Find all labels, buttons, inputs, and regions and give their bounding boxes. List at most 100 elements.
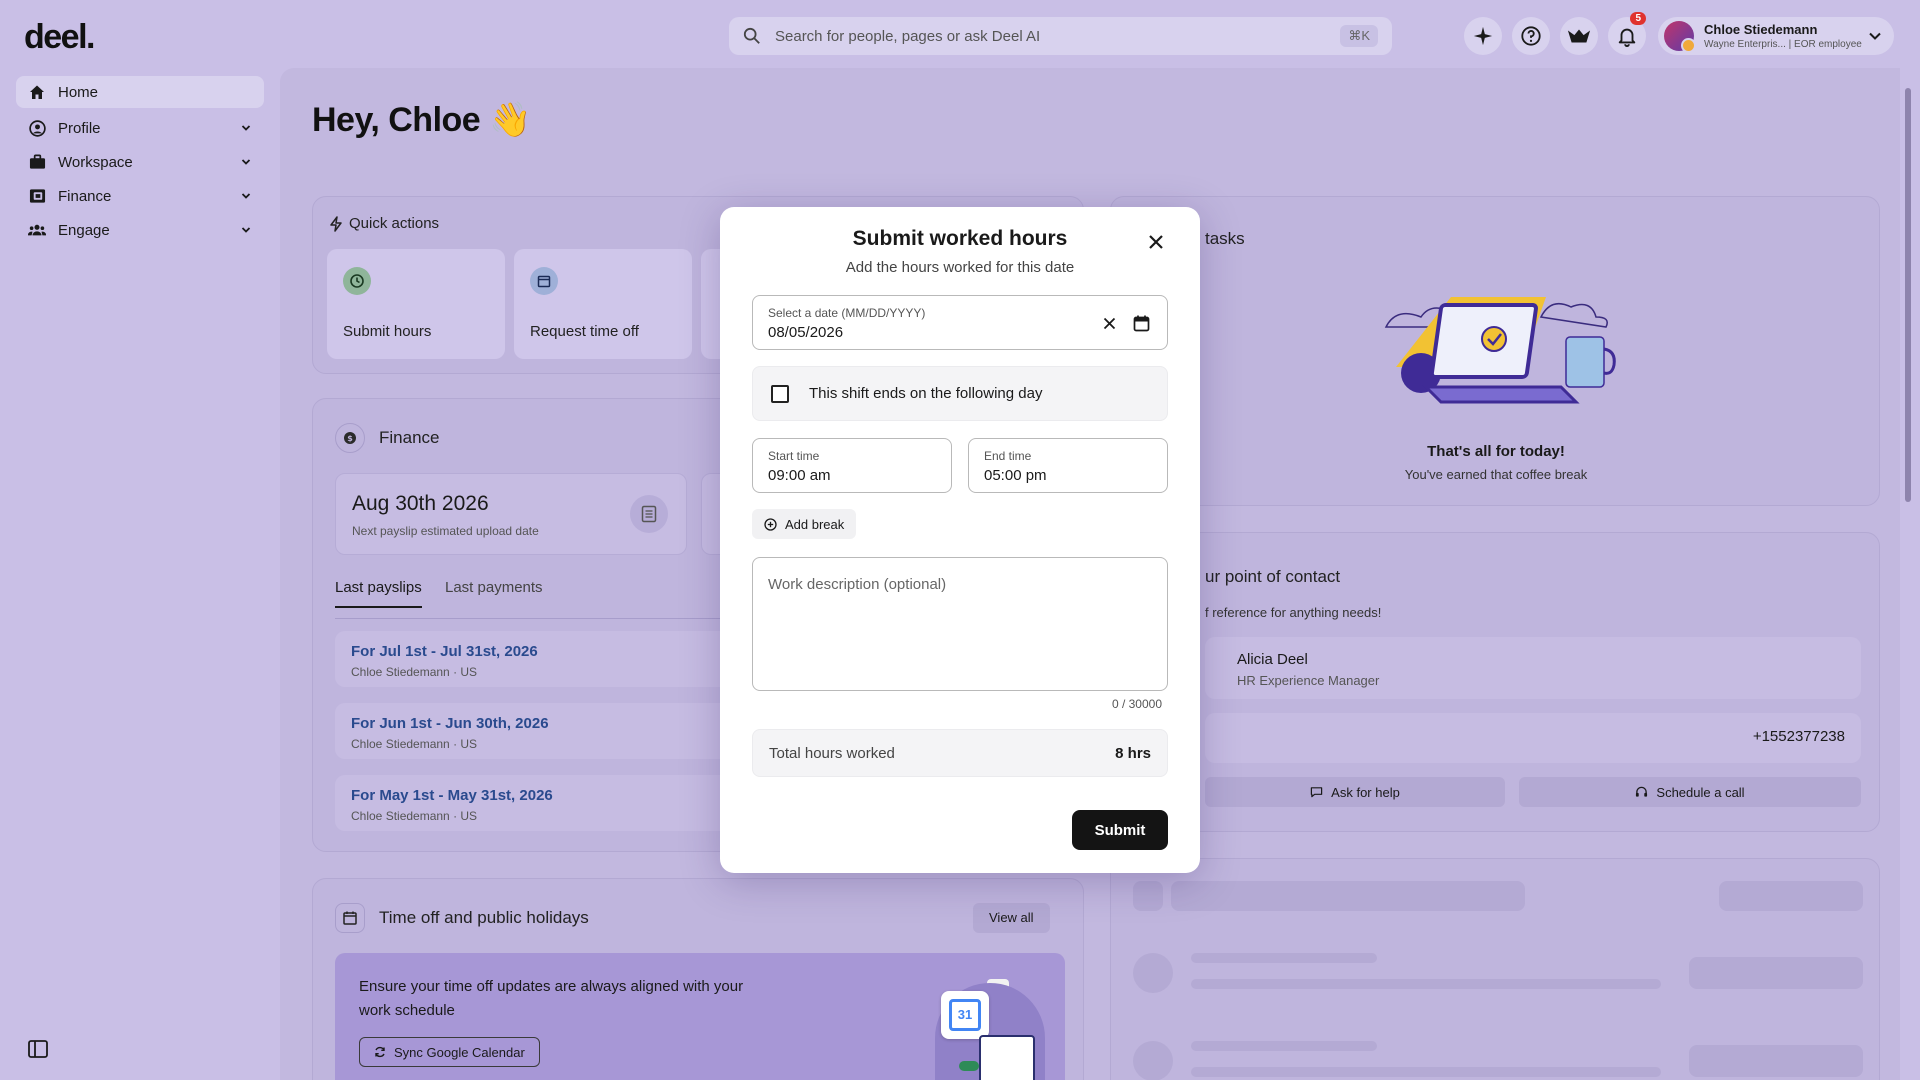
contact-name: Alicia Deel [1237, 651, 1308, 668]
tasks-empty-title: That's all for today! [1427, 443, 1565, 460]
global-search[interactable]: Search for people, pages or ask Deel AI … [729, 17, 1392, 55]
following-day-checkbox[interactable] [771, 384, 789, 403]
schedule-call-button[interactable]: Schedule a call [1519, 777, 1861, 807]
quick-action-request-time-off[interactable]: Request time off [514, 249, 692, 359]
following-day-checkbox-row[interactable]: This shift ends on the following day [752, 366, 1168, 421]
sidebar-item-finance[interactable]: Finance [16, 180, 264, 212]
chat-icon [1310, 787, 1323, 798]
close-icon [1149, 235, 1163, 249]
user-menu[interactable]: Chloe Stiedemann Wayne Enterpris... | EO… [1658, 17, 1894, 55]
contact-phone[interactable]: +1552377238 [1753, 728, 1845, 745]
payslip-title[interactable]: For May 1st - May 31st, 2026 [351, 787, 553, 804]
bell-icon [1618, 28, 1636, 47]
calendar-icon [1133, 315, 1149, 331]
next-payslip-caption: Next payslip estimated upload date [352, 524, 539, 538]
chevron-down-icon [1869, 32, 1881, 40]
notification-badge: 5 [1630, 12, 1646, 25]
lightning-icon [330, 215, 342, 232]
schedule-call-label: Schedule a call [1656, 784, 1745, 800]
next-payslip-date: Aug 30th 2026 [352, 492, 489, 515]
clear-date-button[interactable] [1099, 313, 1119, 333]
profile-icon [28, 119, 46, 137]
payslip-title[interactable]: For Jul 1st - Jul 31st, 2026 [351, 643, 538, 660]
point-of-contact-card: ur point of contact f reference for anyt… [1110, 532, 1880, 832]
top-icon-group: 5 [1464, 12, 1646, 55]
chevron-down-icon [241, 159, 251, 165]
calendar-icon [530, 267, 558, 295]
chevron-down-icon [241, 227, 251, 233]
skeleton-line [1191, 1041, 1377, 1051]
home-icon [28, 83, 46, 101]
sidebar-item-label: Finance [58, 187, 112, 205]
sidebar-item-profile[interactable]: Profile [16, 112, 264, 144]
help-icon [1521, 26, 1541, 46]
loading-skeleton-card [1110, 858, 1880, 1080]
close-icon [1103, 317, 1115, 329]
ai-sparkle-button[interactable] [1464, 17, 1502, 55]
sidebar-item-home[interactable]: Home [16, 76, 264, 108]
skeleton-line [1191, 979, 1661, 989]
view-all-button[interactable]: View all [973, 903, 1050, 933]
help-button[interactable] [1512, 17, 1550, 55]
sidebar-item-engage[interactable]: Engage [16, 214, 264, 246]
sidebar-toggle-icon [28, 1040, 48, 1058]
skeleton-block [1171, 881, 1525, 911]
contact-subtitle: f reference for anything needs! [1205, 605, 1382, 620]
search-placeholder: Search for people, pages or ask Deel AI [775, 27, 1041, 45]
search-shortcut: ⌘K [1340, 25, 1378, 47]
skeleton-block [1689, 957, 1863, 989]
tab-last-payslips[interactable]: Last payslips [335, 579, 422, 608]
sidebar-collapse-button[interactable] [28, 1040, 48, 1063]
banner-text: Ensure your time off updates are always … [359, 978, 744, 1019]
briefcase-icon [28, 153, 46, 171]
start-time-value[interactable]: 09:00 am [768, 467, 831, 484]
quick-action-submit-hours[interactable]: Submit hours [327, 249, 505, 359]
sync-google-calendar-button[interactable]: Sync Google Calendar [359, 1037, 540, 1067]
sidebar-item-label: Home [58, 83, 99, 101]
date-field-label: Select a date (MM/DD/YYYY) [768, 306, 926, 320]
explore-icon [1567, 29, 1591, 43]
ask-for-help-button[interactable]: Ask for help [1205, 777, 1505, 807]
tasks-title: tasks [1205, 229, 1245, 248]
sidebar-item-workspace[interactable]: Workspace [16, 146, 264, 178]
payslip-title[interactable]: For Jun 1st - Jun 30th, 2026 [351, 715, 549, 732]
add-break-button[interactable]: Add break [752, 509, 857, 539]
end-time-value[interactable]: 05:00 pm [984, 467, 1047, 484]
total-hours-value: 8 hrs [1115, 744, 1151, 762]
deel-logo[interactable]: deel. [24, 18, 95, 57]
start-time-field[interactable]: Start time 09:00 am [752, 438, 952, 493]
date-field-value[interactable]: 08/05/2026 [768, 324, 843, 341]
dialog-subtitle: Add the hours worked for this date [845, 259, 1075, 276]
scrollbar[interactable] [1903, 72, 1913, 1080]
contact-phone-row: +1552377238 [1205, 713, 1861, 763]
close-dialog-button[interactable] [1140, 226, 1172, 258]
time-off-card: Time off and public holidays View all En… [312, 878, 1084, 1080]
scroll-thumb[interactable] [1905, 88, 1911, 502]
work-description-placeholder: Work description (optional) [768, 576, 947, 593]
quick-actions-header: Quick actions [329, 215, 439, 232]
explore-button[interactable] [1560, 17, 1598, 55]
submit-hours-dialog: Submit worked hours Add the hours worked… [720, 207, 1200, 873]
following-day-label: This shift ends on the following day [809, 385, 1043, 402]
sidebar-item-label: Engage [58, 221, 110, 239]
skeleton-block [1133, 881, 1163, 911]
work-description-input[interactable]: Work description (optional) [752, 557, 1168, 691]
add-break-label: Add break [785, 516, 845, 532]
headset-icon [1636, 786, 1648, 797]
submit-button[interactable]: Submit [1072, 810, 1168, 850]
clock-icon [343, 267, 371, 295]
tab-last-payments[interactable]: Last payments [445, 579, 543, 596]
date-field[interactable]: Select a date (MM/DD/YYYY) 08/05/2026 [752, 295, 1168, 350]
contact-role: HR Experience Manager [1237, 673, 1380, 688]
ai-sparkle-icon [1473, 26, 1493, 46]
notifications-button[interactable]: 5 [1608, 12, 1646, 55]
open-calendar-button[interactable] [1131, 313, 1151, 333]
quick-action-label: Request time off [530, 323, 639, 340]
ask-for-help-label: Ask for help [1331, 784, 1400, 800]
tasks-empty-subtitle: You've earned that coffee break [1404, 467, 1588, 482]
chevron-down-icon [241, 193, 251, 199]
finance-icon [28, 187, 46, 205]
end-time-field[interactable]: End time 05:00 pm [968, 438, 1168, 493]
people-icon [28, 221, 46, 239]
sidebar: Home Profile Workspace Finance Engage [16, 76, 264, 248]
